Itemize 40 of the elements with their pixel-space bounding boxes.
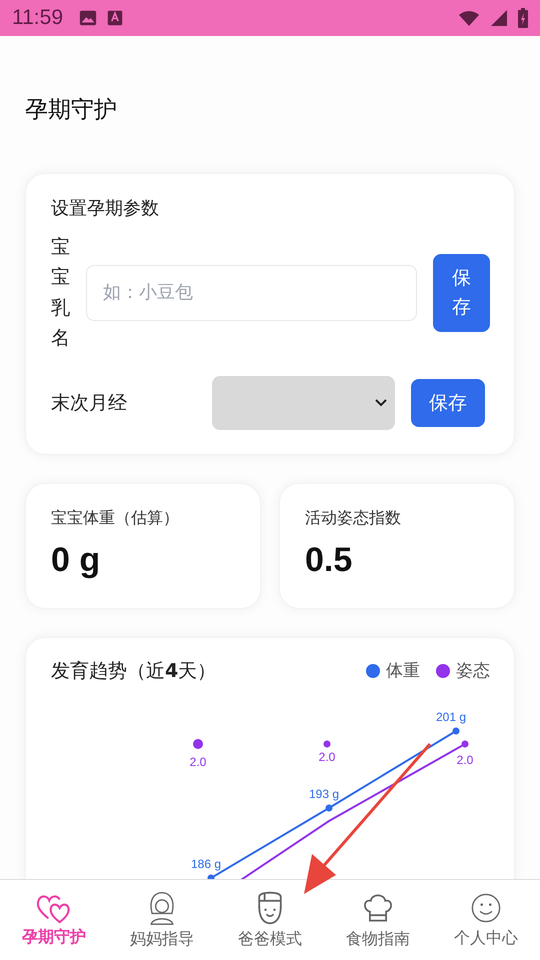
- posture-point: [462, 740, 468, 748]
- data-label: 2.0: [456, 752, 474, 767]
- nav-tab[interactable]: 爸爸模式: [216, 880, 324, 960]
- signal-icon: [490, 9, 508, 27]
- field-label: 末次月经: [51, 390, 128, 416]
- stat-label: 宝宝体重（估算）: [51, 508, 180, 529]
- wifi-icon: [458, 10, 480, 26]
- date-dropdown[interactable]: [212, 376, 395, 430]
- data-label: 186 g: [190, 856, 222, 871]
- page-title: 孕期守护: [25, 96, 118, 125]
- nav-tab[interactable]: 妈妈指导: [108, 880, 216, 960]
- legend-label: 姿态: [456, 660, 490, 682]
- data-label: 2.0: [318, 750, 336, 764]
- weight-point: [326, 804, 332, 812]
- nav-tab[interactable]: 食物指南: [324, 880, 432, 960]
- save-button[interactable]: 保存: [411, 378, 485, 427]
- nav-tab[interactable]: 个人中心: [432, 880, 540, 960]
- field-label: 宝宝乳名: [51, 235, 70, 352]
- font-icon: [107, 10, 123, 26]
- smiley-icon: [469, 891, 503, 925]
- name-input-field[interactable]: 如：小豆包: [86, 264, 417, 321]
- legend-label: 体重: [386, 660, 420, 682]
- stat-value: 0 g: [51, 540, 102, 580]
- nav-tab[interactable]: 孕期守护: [0, 880, 108, 960]
- weight-point: [452, 727, 460, 734]
- image-icon: [79, 9, 97, 27]
- data-label: 201 g: [436, 710, 466, 724]
- save-button[interactable]: 保存: [433, 254, 490, 332]
- status-time: 11:59: [12, 6, 63, 30]
- card-heading: 设置孕期参数: [51, 197, 160, 220]
- chevron-down-icon: [375, 398, 387, 407]
- battery-icon: [518, 8, 528, 28]
- data-label: 2.0: [190, 754, 206, 769]
- chart-title: 发育趋势（近4天）: [51, 658, 216, 684]
- stat-value: 0.5: [305, 540, 354, 580]
- posture-point: [324, 740, 330, 748]
- posture-point: [193, 738, 203, 749]
- weight-point: [208, 874, 214, 879]
- data-label: 193 g: [308, 786, 340, 801]
- stat-label: 活动姿态指数: [305, 508, 402, 529]
